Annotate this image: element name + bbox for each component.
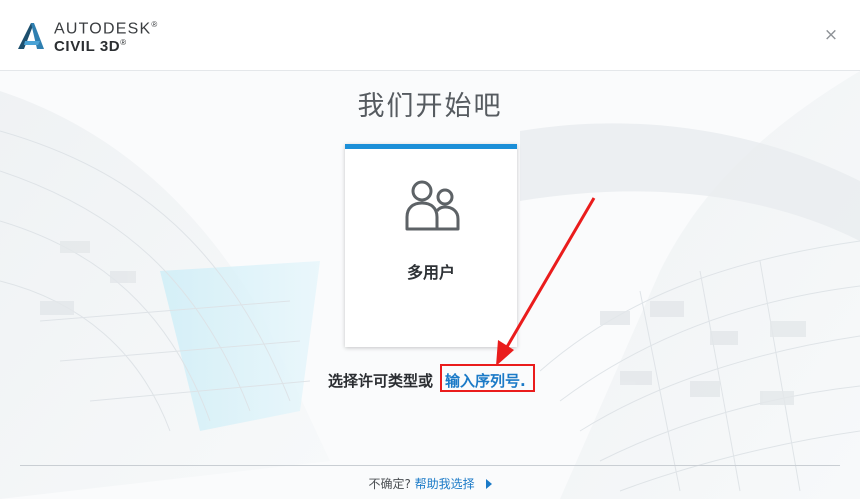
- page-title: 我们开始吧: [357, 91, 503, 122]
- footer: 不确定? 帮助我选择: [0, 475, 860, 492]
- footer-divider: [20, 465, 840, 466]
- play-arrow-icon[interactable]: [485, 479, 492, 489]
- tile-label: 多用户: [406, 263, 455, 282]
- brand-product: CIVIL 3D®: [54, 38, 127, 55]
- users-icon: [405, 180, 460, 231]
- enter-serial-link[interactable]: 输入序列号.: [445, 370, 526, 391]
- header-bar: AUTODESK® CIVIL 3D® ×: [0, 0, 860, 71]
- link-suffix: .: [520, 372, 526, 390]
- autodesk-logo-icon: [18, 23, 44, 49]
- license-prompt: 选择许可类型或: [328, 372, 434, 390]
- installer-window: AUTODESK® CIVIL 3D® × 我们开始吧 多用户 选择许可类型或 …: [0, 0, 860, 499]
- close-icon[interactable]: ×: [822, 26, 840, 44]
- not-sure-label: 不确定?: [368, 477, 411, 491]
- multi-user-tile[interactable]: 多用户: [345, 144, 517, 347]
- help-me-choose-link[interactable]: 帮助我选择: [415, 477, 475, 491]
